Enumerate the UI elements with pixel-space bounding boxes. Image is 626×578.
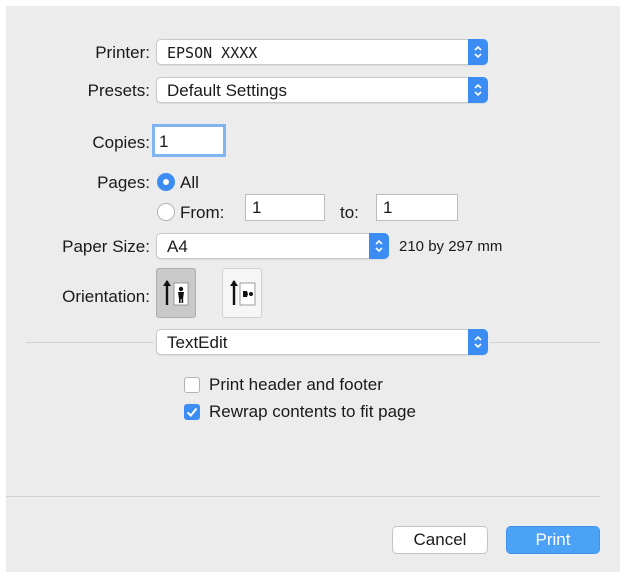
pages-all-radio[interactable] <box>157 173 175 191</box>
footer-divider <box>6 496 600 497</box>
rewrap-contents-checkbox[interactable] <box>184 404 200 420</box>
section-divider-right <box>490 342 600 343</box>
landscape-orientation-icon <box>230 280 256 306</box>
pages-to-field[interactable]: 1 <box>376 194 458 221</box>
pages-from-field[interactable]: 1 <box>245 194 325 221</box>
print-dialog: Printer: EPSON XXXX Presets: Default Set… <box>6 6 620 572</box>
pages-from-radio[interactable] <box>157 203 175 221</box>
landscape-orientation-button[interactable] <box>222 268 262 318</box>
print-button[interactable]: Print <box>506 526 600 554</box>
copies-field[interactable]: 1 <box>152 124 226 157</box>
paper-size-value: A4 <box>167 237 188 256</box>
printer-label: Printer: <box>95 43 150 62</box>
cancel-button[interactable]: Cancel <box>392 526 488 554</box>
printer-value: EPSON XXXX <box>167 44 258 62</box>
app-options-popup[interactable]: TextEdit <box>156 329 488 355</box>
print-header-footer-checkbox[interactable] <box>184 377 200 393</box>
pages-all-label: All <box>180 173 199 192</box>
paper-size-popup[interactable]: A4 <box>156 233 389 259</box>
chevron-updown-icon <box>468 77 488 103</box>
portrait-orientation-icon <box>163 280 189 306</box>
pages-to-label: to: <box>340 203 359 222</box>
paper-size-dimensions: 210 by 297 mm <box>399 238 503 255</box>
presets-value: Default Settings <box>167 81 288 100</box>
copies-label: Copies: <box>92 133 150 152</box>
print-header-footer-label: Print header and footer <box>209 375 383 394</box>
section-divider-left <box>26 342 154 343</box>
chevron-updown-icon <box>468 329 488 355</box>
pages-from-label: From: <box>180 203 225 222</box>
paper-size-label: Paper Size: <box>62 237 150 256</box>
app-options-value: TextEdit <box>167 333 228 352</box>
presets-popup[interactable]: Default Settings <box>156 77 488 103</box>
portrait-orientation-button[interactable] <box>156 268 196 318</box>
printer-popup[interactable]: EPSON XXXX <box>156 39 488 65</box>
pages-label: Pages: <box>97 173 150 192</box>
rewrap-contents-label: Rewrap contents to fit page <box>209 402 416 421</box>
chevron-updown-icon <box>369 233 389 259</box>
presets-label: Presets: <box>87 81 150 100</box>
checkmark-icon <box>186 407 198 417</box>
chevron-updown-icon <box>468 39 488 65</box>
orientation-label: Orientation: <box>62 287 150 306</box>
